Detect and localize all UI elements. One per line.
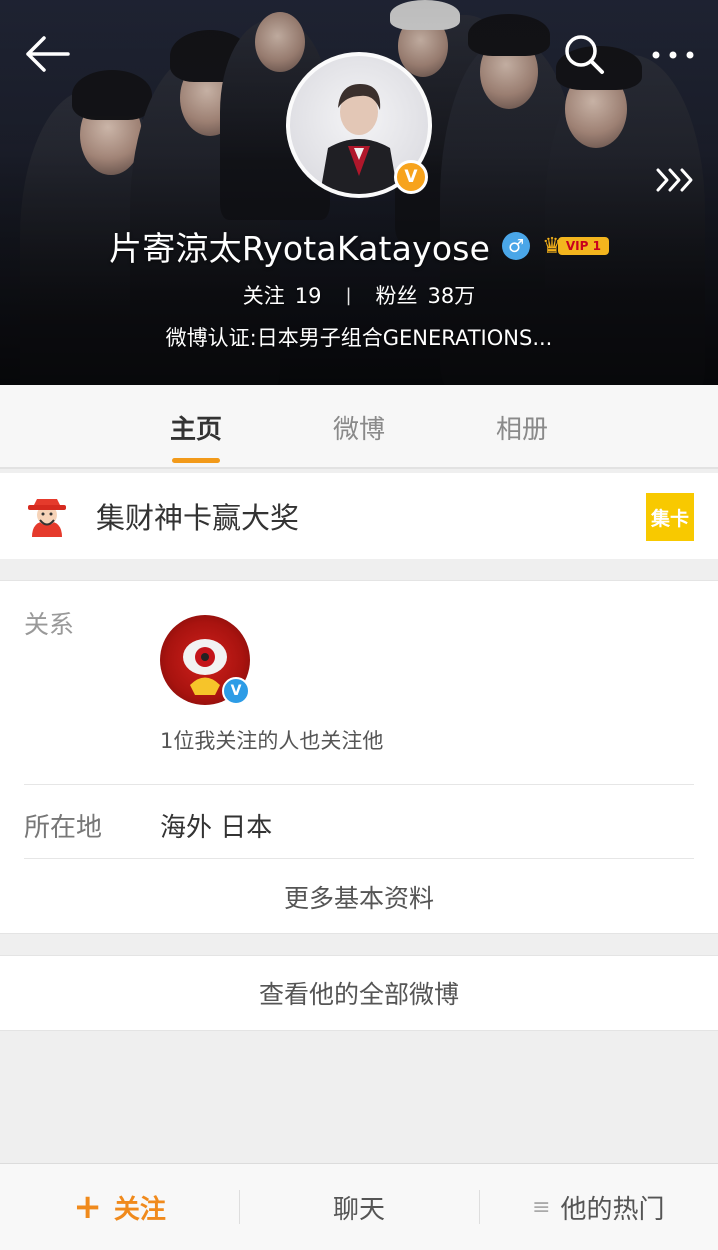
- collect-card-tag[interactable]: 集卡: [646, 493, 694, 541]
- follow-button[interactable]: + 关注: [0, 1164, 239, 1250]
- chat-button[interactable]: 聊天: [239, 1164, 478, 1250]
- tab-weibo-label: 微博: [332, 414, 385, 445]
- bottom-action-bar: + 关注 聊天 ≡ 他的热门: [0, 1163, 718, 1250]
- basic-info-card: 关系 V 1位我关注的人也关注他 所在地 海外 日本 更多基本资料: [0, 580, 718, 934]
- divider: [24, 858, 694, 859]
- promo-text: 集财神卡赢大奖: [96, 501, 300, 535]
- followers-count: 38万: [427, 284, 476, 308]
- profile-tabs: 主页 微博 相册: [0, 385, 718, 469]
- more-info-link[interactable]: 更多基本资料: [0, 879, 718, 915]
- profile-stats: 关注 19 | 粉丝 38万: [0, 278, 718, 312]
- following-stat[interactable]: 关注 19: [243, 280, 322, 310]
- fortune-god-icon: [24, 493, 70, 539]
- location-label: 所在地: [24, 813, 103, 843]
- divider: [24, 784, 694, 785]
- tab-home[interactable]: 主页: [115, 385, 278, 469]
- hot-posts-label: 他的热门: [560, 1194, 665, 1225]
- vip-badge[interactable]: ♛ VIP 1: [542, 234, 609, 259]
- triple-chevron-icon[interactable]: [654, 166, 696, 194]
- relation-label: 关系: [24, 610, 75, 639]
- following-count: 19: [294, 284, 322, 308]
- back-arrow-icon[interactable]: [22, 32, 72, 76]
- hot-posts-button[interactable]: ≡ 他的热门: [478, 1164, 718, 1250]
- chat-label: 聊天: [332, 1194, 385, 1225]
- following-label: 关注: [242, 284, 285, 308]
- stats-separator: |: [345, 284, 352, 306]
- verification-text[interactable]: 微博认证:日本男子组合GENERATIONS...: [0, 322, 718, 356]
- tab-weibo[interactable]: 微博: [278, 385, 441, 469]
- list-icon: ≡: [532, 1194, 551, 1220]
- tab-album-label: 相册: [495, 414, 548, 445]
- location-value: 海外 日本: [160, 813, 273, 843]
- tab-album[interactable]: 相册: [441, 385, 604, 469]
- active-tab-indicator: [172, 458, 220, 463]
- more-dots-icon[interactable]: [648, 40, 698, 70]
- view-all-weibo-button[interactable]: 查看他的全部微博: [0, 955, 718, 1031]
- profile-name: 片寄涼太RyotaKatayose: [109, 229, 491, 268]
- vip-level-label: VIP 1: [557, 237, 609, 255]
- plus-icon: +: [73, 1187, 102, 1227]
- followers-label: 粉丝: [375, 284, 418, 308]
- tab-home-label: 主页: [169, 414, 222, 445]
- promo-banner[interactable]: 集财神卡赢大奖 集卡: [0, 473, 718, 559]
- follow-label: 关注: [113, 1194, 166, 1225]
- mutual-follow-text[interactable]: 1位我关注的人也关注他: [160, 725, 383, 755]
- male-gender-icon: ♂: [502, 232, 531, 260]
- followers-stat[interactable]: 粉丝 38万: [376, 280, 476, 310]
- profile-name-row: 片寄涼太RyotaKatayose ♂ ♛ VIP 1: [0, 222, 718, 270]
- verified-badge-icon: V: [394, 160, 428, 194]
- mutual-verified-icon: V: [222, 677, 250, 705]
- search-icon[interactable]: [562, 32, 606, 76]
